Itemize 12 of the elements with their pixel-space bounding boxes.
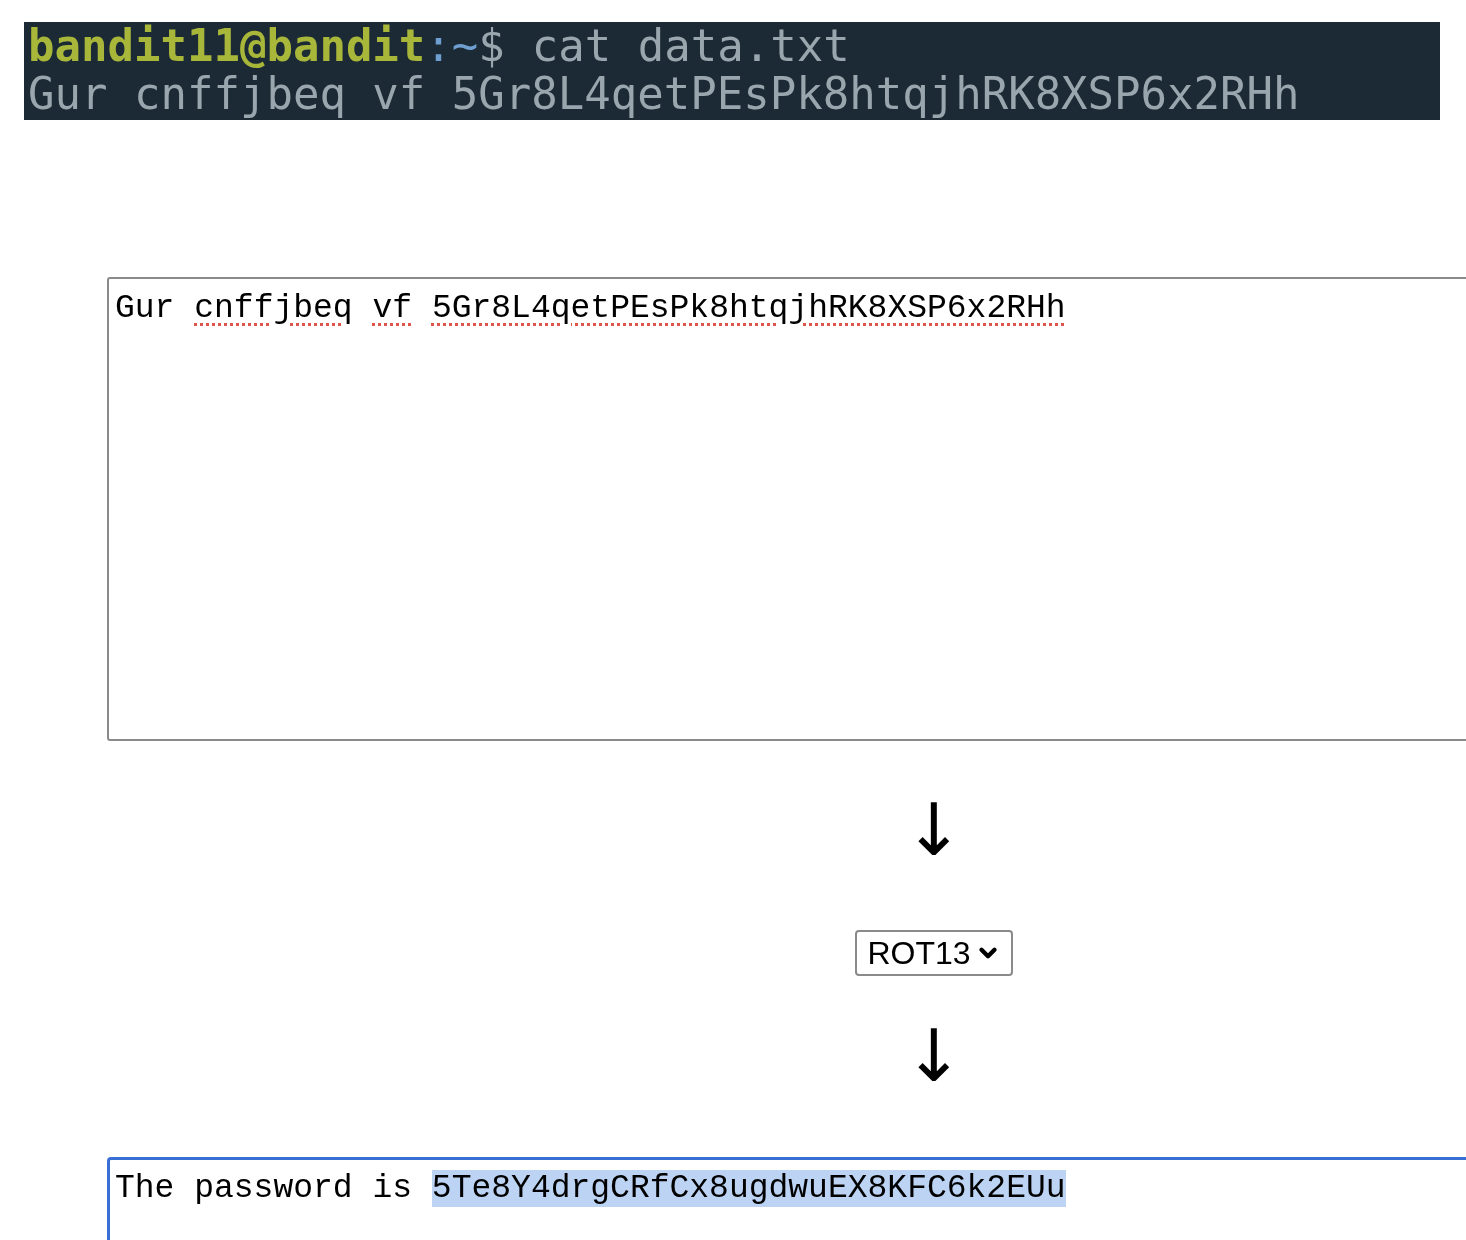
down-arrow: ↓	[903, 790, 965, 870]
input-field[interactable]: Gur cnffjbeq vf 5Gr8L4qetPEsPk8htqjhRK8XSP6x2RHh	[107, 277, 1466, 741]
output-field[interactable]: The password is 5Te8Y4drgCRfCx8ugdwuEX8KFC6k2EUu	[107, 1157, 1466, 1240]
cipher-select[interactable]: ROT13	[855, 930, 1013, 976]
down-arrow: ↓	[903, 1016, 965, 1096]
command-text: cat data.txt	[531, 22, 850, 70]
prompt-path: :~	[425, 22, 479, 70]
output-text: The password is 5Te8Y4drgCRfCx8ugdwuEX8KFC6k2EUu	[115, 1170, 1066, 1207]
input-text: Gur cnffjbeq vf 5Gr8L4qetPEsPk8htqjhRK8XSP6x2RHh	[115, 290, 1066, 327]
prompt-user-host: bandit11@bandit	[28, 22, 426, 70]
prompt-sign: $	[478, 22, 505, 70]
command-output: Gur cnffjbeq vf 5Gr8L4qetPEsPk8htqjhRK8XSP6x2RHh	[28, 70, 1300, 118]
